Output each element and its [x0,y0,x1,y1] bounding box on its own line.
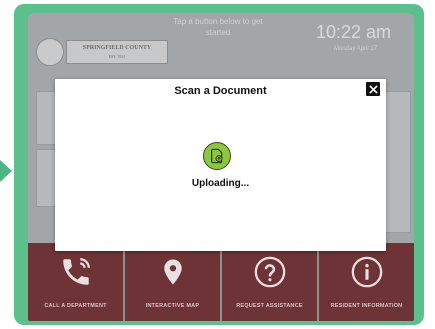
tile-label: RESIDENT INFORMATION [330,303,403,309]
call-department-tile[interactable]: CALL A DEPARTMENT [28,243,123,321]
interactive-map-tile[interactable]: INTERACTIVE MAP [125,243,220,321]
info-icon [350,255,384,294]
start-hint: Tap a button below to get started [173,17,263,37]
map-pin-icon [158,255,188,294]
county-seal-icon [36,38,64,66]
phone-icon [59,255,93,294]
clock-time: 10:22 am [316,22,392,42]
scan-document-modal: Scan a Document Uploading... [55,79,386,251]
county-logo: SPRINGFIELD COUNTY EST. 1821 [66,40,168,64]
resident-information-tile[interactable]: RESIDENT INFORMATION [319,243,414,321]
upload-document-icon [203,142,231,170]
close-button[interactable] [366,82,380,96]
request-assistance-tile[interactable]: REQUEST ASSISTANCE [222,243,317,321]
action-tile-bar: CALL A DEPARTMENT INTERACTIVE MAP REQUES… [28,243,414,321]
tile-label: REQUEST ASSISTANCE [236,303,303,309]
question-icon [253,255,287,294]
pointer-arrow-icon [0,160,12,182]
modal-title: Scan a Document [174,85,267,97]
clock-date: Monday April 17 [334,46,378,52]
close-icon [368,84,378,94]
upload-status: Uploading... [191,178,250,189]
county-name: SPRINGFIELD COUNTY [82,45,152,51]
background-panel [383,91,411,233]
tile-label: INTERACTIVE MAP [145,303,200,309]
county-est: EST. 1821 [108,54,126,59]
tile-label: CALL A DEPARTMENT [44,303,107,309]
